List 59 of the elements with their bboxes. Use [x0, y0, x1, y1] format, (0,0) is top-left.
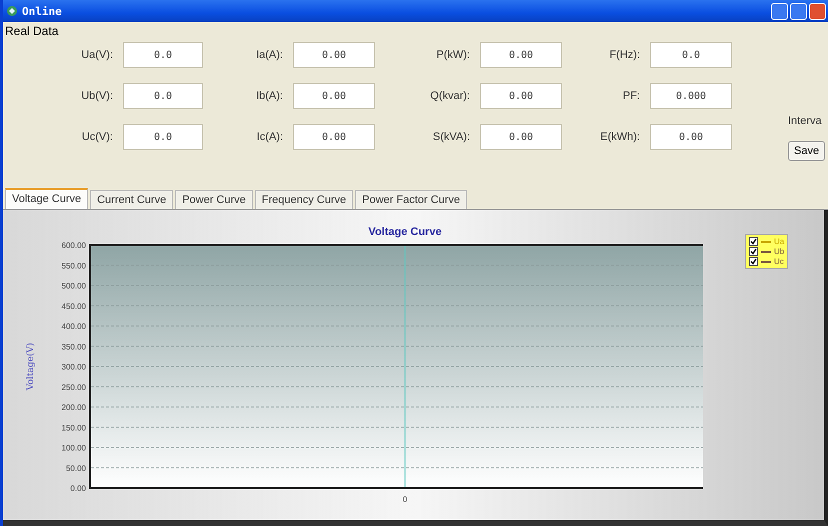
legend-checkbox[interactable] [749, 257, 758, 266]
value-field[interactable]: 0.0 [123, 124, 203, 150]
legend-checkbox[interactable] [749, 237, 758, 246]
field-label: F(Hz): [608, 49, 640, 61]
chart-title: Voltage Curve [368, 226, 442, 238]
y-tick-label: 250.00 [62, 382, 86, 392]
value-field[interactable]: 0.00 [650, 124, 732, 150]
y-tick-label: 200.00 [62, 403, 86, 412]
field-label: Uc(V): [80, 131, 113, 143]
y-tick-label: 300.00 [62, 362, 86, 372]
field-label: P(kW): [435, 49, 470, 61]
value-field[interactable]: 0.00 [293, 42, 375, 68]
close-button[interactable] [809, 2, 826, 20]
y-tick-label: 550.00 [62, 261, 86, 270]
tab[interactable]: Power Factor Curve [355, 190, 467, 209]
group-title: Real Data [5, 24, 60, 38]
y-tick-label: 0.00 [70, 484, 86, 493]
tab[interactable]: Voltage Curve [5, 188, 88, 209]
maximize-button[interactable] [790, 2, 807, 20]
field-label: Ia(A): [255, 49, 283, 61]
tab[interactable]: Frequency Curve [254, 190, 354, 209]
field-label: Ub(V): [80, 90, 113, 102]
y-tick-label: 450.00 [62, 302, 86, 311]
value-field[interactable]: 0.0 [123, 42, 203, 68]
value-field[interactable]: 0.00 [480, 42, 562, 68]
y-tick-label: 150.00 [62, 423, 86, 432]
value-field[interactable]: 0.0 [123, 83, 203, 109]
y-tick-label: 100.00 [62, 444, 86, 452]
minimize-button[interactable] [771, 2, 788, 20]
y-tick-label: 500.00 [62, 282, 86, 290]
value-field[interactable]: 0.00 [293, 124, 375, 150]
field-label: Ua(V): [80, 49, 113, 61]
y-tick-label: 350.00 [62, 342, 86, 352]
field-label: S(kVA): [432, 131, 470, 143]
field-label: Ib(A): [255, 90, 283, 102]
field-label: PF: [622, 90, 640, 102]
save-button[interactable]: Save [788, 141, 826, 161]
value-field[interactable]: 0.000 [650, 83, 732, 109]
value-field[interactable]: 0.00 [480, 83, 562, 109]
value-field[interactable]: 0.00 [293, 83, 375, 109]
tab[interactable]: Power Curve [175, 190, 253, 209]
y-axis-label: Voltage(V) [26, 342, 36, 390]
window-title: Online [22, 4, 62, 18]
legend-label: Ub [774, 247, 784, 256]
field-label: Q(kvar): [429, 90, 470, 102]
legend-label: Uc [774, 257, 784, 266]
y-tick-label: 400.00 [62, 322, 86, 331]
app-icon [6, 5, 18, 17]
field-label: E(kWh): [599, 131, 640, 143]
tab[interactable]: Current Curve [90, 190, 174, 209]
value-field[interactable]: 0.0 [650, 42, 732, 68]
x-tick-label: 0 [402, 495, 408, 504]
y-tick-label: 600.00 [62, 241, 86, 250]
legend-label: Ua [774, 237, 784, 246]
interval-label: Interva [788, 115, 822, 127]
y-tick-label: 50.00 [66, 464, 86, 473]
value-field[interactable]: 0.00 [480, 124, 562, 150]
legend-checkbox[interactable] [749, 247, 758, 256]
field-label: Ic(A): [256, 131, 283, 143]
